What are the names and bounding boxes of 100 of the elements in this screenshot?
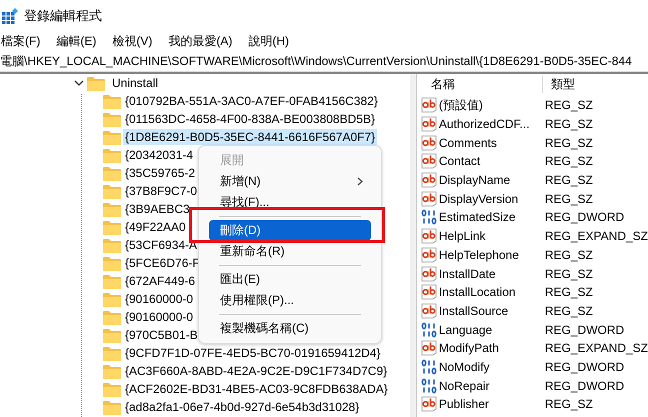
column-header[interactable]: 類型 <box>542 76 575 93</box>
tree-item[interactable]: {970C5B01-B <box>123 327 200 343</box>
value-name[interactable]: InstallSource <box>436 304 543 318</box>
folder-icon <box>103 202 121 216</box>
menu-option[interactable]: 使用權限(P)... <box>209 290 371 311</box>
folder-icon <box>103 400 121 414</box>
string-value-icon <box>420 284 437 300</box>
value-type: REG_SZ <box>544 136 593 150</box>
folder-icon <box>103 364 121 378</box>
menu-option[interactable]: 刪除(D) <box>209 220 371 241</box>
tree-item[interactable]: {672AF449-6 <box>123 273 198 289</box>
tree-item[interactable]: {1D8E6291-B0D5-35EC-8441-6616F567A0F7} <box>123 129 378 145</box>
value-type: REG_SZ <box>544 397 593 412</box>
string-value-icon <box>420 153 437 170</box>
tree-item[interactable]: {011563DC-4658-4F00-838A-BE003808BD5B} <box>123 111 377 127</box>
value-name[interactable]: ModifyPath <box>436 341 543 356</box>
value-name[interactable]: InstallDate <box>436 266 543 281</box>
app-icon <box>2 8 18 24</box>
address-field[interactable]: 電腦\HKEY_LOCAL_MACHINE\SOFTWARE\Microsoft\Windows\CurrentVersion\Uninstall\{1D8E6291-B0D5-35EC-844 <box>0 53 632 70</box>
value-type: REG_SZ <box>544 154 593 168</box>
tree-item[interactable]: {90160000-0 <box>123 291 196 307</box>
tree-item[interactable]: {ACF2602E-BD31-4BE5-AC03-9C8FDB638ADA} <box>123 381 390 397</box>
folder-icon <box>103 112 121 126</box>
string-value-icon <box>420 116 437 132</box>
folder-icon <box>103 148 121 162</box>
value-name[interactable]: Publisher <box>436 397 543 412</box>
value-type: REG_DWORD <box>544 378 624 393</box>
value-name[interactable]: Comments <box>436 136 543 150</box>
menu-option[interactable]: 匯出(E) <box>209 269 371 290</box>
menu-item[interactable]: 編輯(E) <box>55 32 98 50</box>
menu-option[interactable]: 複製機碼名稱(C) <box>209 318 371 339</box>
string-value-icon <box>420 302 437 319</box>
value-name[interactable]: (預設值) <box>436 96 543 114</box>
value-name[interactable]: EstimatedSize <box>436 210 543 224</box>
tree-item[interactable]: {90160000-0 <box>123 309 196 325</box>
value-name[interactable]: NoModify <box>436 360 543 374</box>
value-name[interactable]: HelpLink <box>436 229 543 244</box>
value-name[interactable]: Contact <box>436 154 543 168</box>
menu-option[interactable]: 新增(N) <box>209 171 371 192</box>
menu-item[interactable]: 檢視(V) <box>111 32 154 50</box>
tree-item[interactable]: {3B9AEBC3 <box>123 201 192 217</box>
tree-item[interactable]: {49F22AA0 <box>123 219 188 235</box>
menu-item[interactable]: 我的最愛(A) <box>167 32 234 50</box>
folder-icon <box>103 184 121 198</box>
folder-icon <box>103 382 121 396</box>
binary-value-icon <box>420 209 437 226</box>
tree-item[interactable]: {010792BA-551A-3AC0-A7EF-0FAB4156C382} <box>123 93 380 109</box>
tree-item[interactable]: {AC3F660A-8ABD-4E2A-9C2E-D9C1F734D7C9} <box>123 363 390 379</box>
folder-icon <box>103 256 121 270</box>
folder-icon <box>103 292 121 306</box>
value-type: REG_EXPAND_SZ <box>544 229 648 244</box>
chevron-icon[interactable] <box>74 78 84 88</box>
string-value-icon <box>420 190 437 207</box>
folder-icon <box>103 274 121 288</box>
menu-option[interactable]: 重新命名(R) <box>209 241 371 262</box>
tree-item[interactable]: {53CF6934-A <box>123 237 200 253</box>
binary-value-icon <box>420 358 437 375</box>
string-value-icon <box>420 396 437 412</box>
tree-item[interactable]: {20342031-4 <box>123 147 196 163</box>
value-type: REG_SZ <box>544 192 593 206</box>
value-type: REG_SZ <box>544 285 593 300</box>
string-value-icon <box>420 228 437 244</box>
binary-value-icon <box>420 322 437 338</box>
folder-icon <box>103 94 121 108</box>
tree-item[interactable]: {5FCE6D76-F <box>123 255 202 271</box>
value-name[interactable]: AuthorizedCDF... <box>436 117 543 132</box>
tree-item[interactable]: {35C59765-2 <box>123 165 198 181</box>
value-type: REG_SZ <box>544 248 593 262</box>
folder-icon <box>103 346 121 360</box>
value-type: REG_DWORD <box>544 210 624 224</box>
value-name[interactable]: DisplayName <box>436 173 543 188</box>
folder-icon <box>103 328 121 342</box>
string-value-icon <box>420 266 437 282</box>
menu-item[interactable]: 說明(H) <box>247 32 290 50</box>
value-name[interactable]: NoRepair <box>436 378 543 393</box>
string-value-icon <box>420 340 437 356</box>
folder-icon <box>103 238 121 252</box>
string-value-icon <box>420 134 437 151</box>
folder-icon <box>103 130 121 144</box>
string-value-icon <box>420 172 437 188</box>
column-header[interactable]: 名稱 <box>420 76 543 93</box>
value-type: REG_SZ <box>544 98 593 112</box>
binary-value-icon <box>420 378 437 394</box>
value-type: REG_EXPAND_SZ <box>544 341 648 356</box>
string-value-icon <box>420 246 437 263</box>
value-type: REG_SZ <box>544 173 593 188</box>
menu-item[interactable]: 檔案(F) <box>0 32 42 50</box>
folder-icon <box>103 166 121 180</box>
tree-item[interactable]: {ad8a2fa1-06e7-4b0d-927d-6e54b3d31028} <box>123 399 362 415</box>
value-type: REG_SZ <box>544 304 593 318</box>
window-title: 登錄編輯程式 <box>24 7 102 25</box>
value-type: REG_SZ <box>544 266 593 281</box>
tree-item[interactable]: {37B8F9C7-0 <box>123 183 200 199</box>
tree-item[interactable]: {9CFD7F1D-07FE-4ED5-BC70-0191659412D4} <box>123 345 382 361</box>
tree-item[interactable]: Uninstall <box>110 75 160 91</box>
value-name[interactable]: HelpTelephone <box>436 248 543 262</box>
value-name[interactable]: InstallLocation <box>436 285 543 300</box>
value-name[interactable]: Language <box>436 322 543 337</box>
value-type: REG_DWORD <box>544 322 624 337</box>
value-name[interactable]: DisplayVersion <box>436 192 543 206</box>
